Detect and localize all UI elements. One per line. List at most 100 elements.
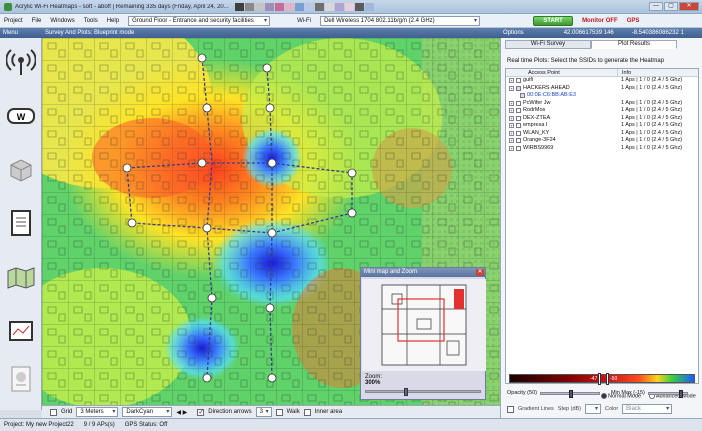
tab-wifi-survey[interactable]: Wi-Fi Survey [505, 40, 591, 49]
opacity-slider-handle[interactable] [568, 389, 573, 398]
ap-info: 1 Aps | 1 / 0 (2.4 / 5 Ghz) [621, 107, 683, 113]
color-swatches [234, 2, 374, 11]
zoom-slider-handle[interactable] [404, 388, 408, 396]
gps-status[interactable]: GPS [627, 18, 640, 24]
monitor-status[interactable]: Monitor OFF [582, 18, 618, 24]
gradient-mark-max: -50 [610, 376, 618, 382]
maximize-button[interactable]: ▢ [664, 2, 678, 11]
antenna-icon[interactable] [5, 46, 37, 78]
color-label: Color [605, 406, 619, 412]
inner-area-checkbox[interactable] [303, 408, 311, 416]
gradient-min-handle[interactable] [598, 373, 601, 385]
options-title: Options [503, 30, 524, 36]
walk-checkbox[interactable] [275, 408, 283, 416]
gradient-max-handle[interactable] [606, 373, 609, 385]
expand-icon[interactable]: + [509, 145, 514, 151]
signal-gradient-bar[interactable]: -47 -50 [509, 373, 695, 385]
column-access-point: Access Point [506, 69, 618, 76]
expand-icon[interactable]: + [509, 123, 514, 129]
ap-name: WIRBS9969 [523, 144, 554, 151]
ap-info: 1 Aps | 1 / 0 (2.4 / 5 Ghz) [621, 77, 683, 83]
line-color-select[interactable]: Black [622, 404, 673, 414]
minimap-title: Mini map and Zoom [361, 268, 485, 277]
expand-icon[interactable]: + [509, 130, 514, 136]
tab-plot-results[interactable]: Plot Results [591, 40, 677, 49]
ap-row[interactable]: + guifi 1 Aps | 1 / 0 (2.4 / 5 Ghz) [506, 77, 698, 85]
ap-row[interactable]: + empresa I 1 Aps | 1 / 0 (2.4 / 5 Ghz) [506, 122, 698, 130]
grid-size-select[interactable]: 3 Meters [76, 407, 119, 417]
menu-tools[interactable]: Tools [84, 18, 98, 24]
expand-icon[interactable]: + [509, 85, 514, 91]
grid-color-select[interactable]: DarkCyan [122, 407, 173, 417]
menu-project[interactable]: Project [4, 18, 23, 24]
ap-checkbox[interactable] [516, 115, 521, 121]
ap-row[interactable]: + HACKERS AHEAD 1 Aps | 1 / 0 (2.4 / 5 Ghz… [506, 85, 698, 93]
opacity-controls: Opacity (50) Min Max (-15) [507, 389, 688, 398]
start-button[interactable]: START [533, 15, 574, 26]
ap-row[interactable]: + Orange-3F24 1 Aps | 1 / 0 (2.4 / 5 Ghz) [506, 137, 698, 145]
ap-row[interactable]: + WLAN_KY 1 Aps | 1 / 0 (2.4 / 5 Ghz) [506, 130, 698, 138]
wifi-badge-icon[interactable]: W [5, 100, 37, 132]
map-icon[interactable] [5, 262, 37, 294]
ap-checkbox[interactable] [516, 123, 521, 129]
menu-help[interactable]: Help [107, 18, 119, 24]
menu-bar: Project File Windows Tools Help Ground F… [0, 14, 702, 28]
ap-checkbox[interactable] [516, 138, 521, 144]
ap-row[interactable]: + RodrMos 1 Aps | 1 / 0 (2.4 / 5 Ghz) [506, 107, 698, 115]
status-project: Project: My new Project22 [4, 422, 74, 428]
play-icon[interactable]: ◀ ▶ [176, 409, 187, 416]
walk-label: Walk [286, 409, 300, 415]
expand-icon[interactable]: + [509, 115, 514, 121]
minmax-label: Min Max (-15) [610, 390, 645, 396]
menu-file[interactable]: File [32, 18, 42, 24]
status-bar: Project: My new Project22 9 / 9 APs(s) G… [0, 418, 702, 431]
gradient-lines-checkbox[interactable] [507, 405, 514, 413]
ap-checkbox[interactable] [520, 93, 525, 99]
expand-icon[interactable]: + [509, 108, 514, 114]
minimap-close-icon[interactable]: ✕ [476, 269, 484, 276]
floor-selector[interactable]: Ground Floor - Entrance and security fac… [128, 15, 271, 26]
grid-checkbox[interactable] [50, 408, 57, 416]
ap-checkbox[interactable] [516, 108, 521, 114]
adapter-selector[interactable]: Dell Wireless 1704 802.11b/g/n (2.4 GHz) [320, 15, 481, 26]
direction-arrows-checkbox[interactable] [197, 408, 205, 416]
ap-row[interactable]: + PcWifer Jw 1 Aps | 1 / 0 (2.4 / 5 Ghz) [506, 100, 698, 108]
expand-icon[interactable]: + [509, 100, 514, 106]
document-icon[interactable] [5, 208, 37, 240]
gradient-lines-label: Gradient Lines [518, 406, 554, 412]
heatmap-canvas[interactable]: Mini map and Zoom ✕ Zoom: 300% [42, 38, 500, 405]
ap-row[interactable]: + WIRBS9969 1 Aps | 1 / 0 (2.4 / 5 Ghz) [506, 145, 698, 153]
ap-name: Orange-3F24 [523, 137, 556, 143]
close-button[interactable]: ✕ [679, 2, 699, 11]
access-point-list: Access Point Info + guifi 1 Aps | 1 / 0 (2… [505, 68, 699, 384]
ap-checkbox[interactable] [516, 100, 521, 106]
menu-windows[interactable]: Windows [50, 18, 74, 24]
zoom-slider[interactable] [365, 388, 481, 396]
minimap-window[interactable]: Mini map and Zoom ✕ Zoom: 300% [360, 267, 486, 400]
report-icon[interactable] [5, 316, 37, 348]
ap-name: HACKERS AHEAD [523, 84, 570, 91]
step-select[interactable] [585, 404, 602, 414]
ap-name: empresa I [523, 122, 548, 128]
plot-hint: Real time Plots: Select the SSIDs to gen… [507, 58, 665, 64]
ap-checkbox[interactable] [516, 130, 521, 136]
ap-checkbox[interactable] [516, 145, 521, 151]
latitude-readout: 42.006617539 146 [563, 30, 614, 36]
ap-checkbox[interactable] [516, 78, 521, 84]
status-points: 9 / 9 APs(s) [83, 422, 115, 428]
minmax-slider[interactable] [647, 389, 688, 398]
ap-info: 1 Aps | 1 / 0 (2.4 / 5 Ghz) [621, 122, 683, 128]
chart-report-icon[interactable] [5, 364, 37, 396]
direction-arrows-select[interactable]: 3 [255, 407, 272, 417]
opacity-slider[interactable] [539, 389, 600, 398]
ap-row[interactable]: + DEX-ZTEA 1 Aps | 1 / 0 (2.4 / 5 Ghz) [506, 115, 698, 123]
minmax-slider-handle[interactable] [678, 389, 683, 398]
svg-text:W: W [17, 112, 26, 122]
ap-checkbox[interactable] [516, 85, 521, 91]
ap-bssid-row[interactable]: 00:0E:C6:BB:AB:E3 [506, 92, 698, 100]
expand-icon[interactable]: + [509, 78, 514, 84]
minimize-button[interactable]: — [649, 2, 663, 11]
survey-pane-header: Survey And Plots: Blueprint mode [42, 28, 500, 38]
expand-icon[interactable]: + [509, 138, 514, 144]
box-icon[interactable] [5, 154, 37, 186]
